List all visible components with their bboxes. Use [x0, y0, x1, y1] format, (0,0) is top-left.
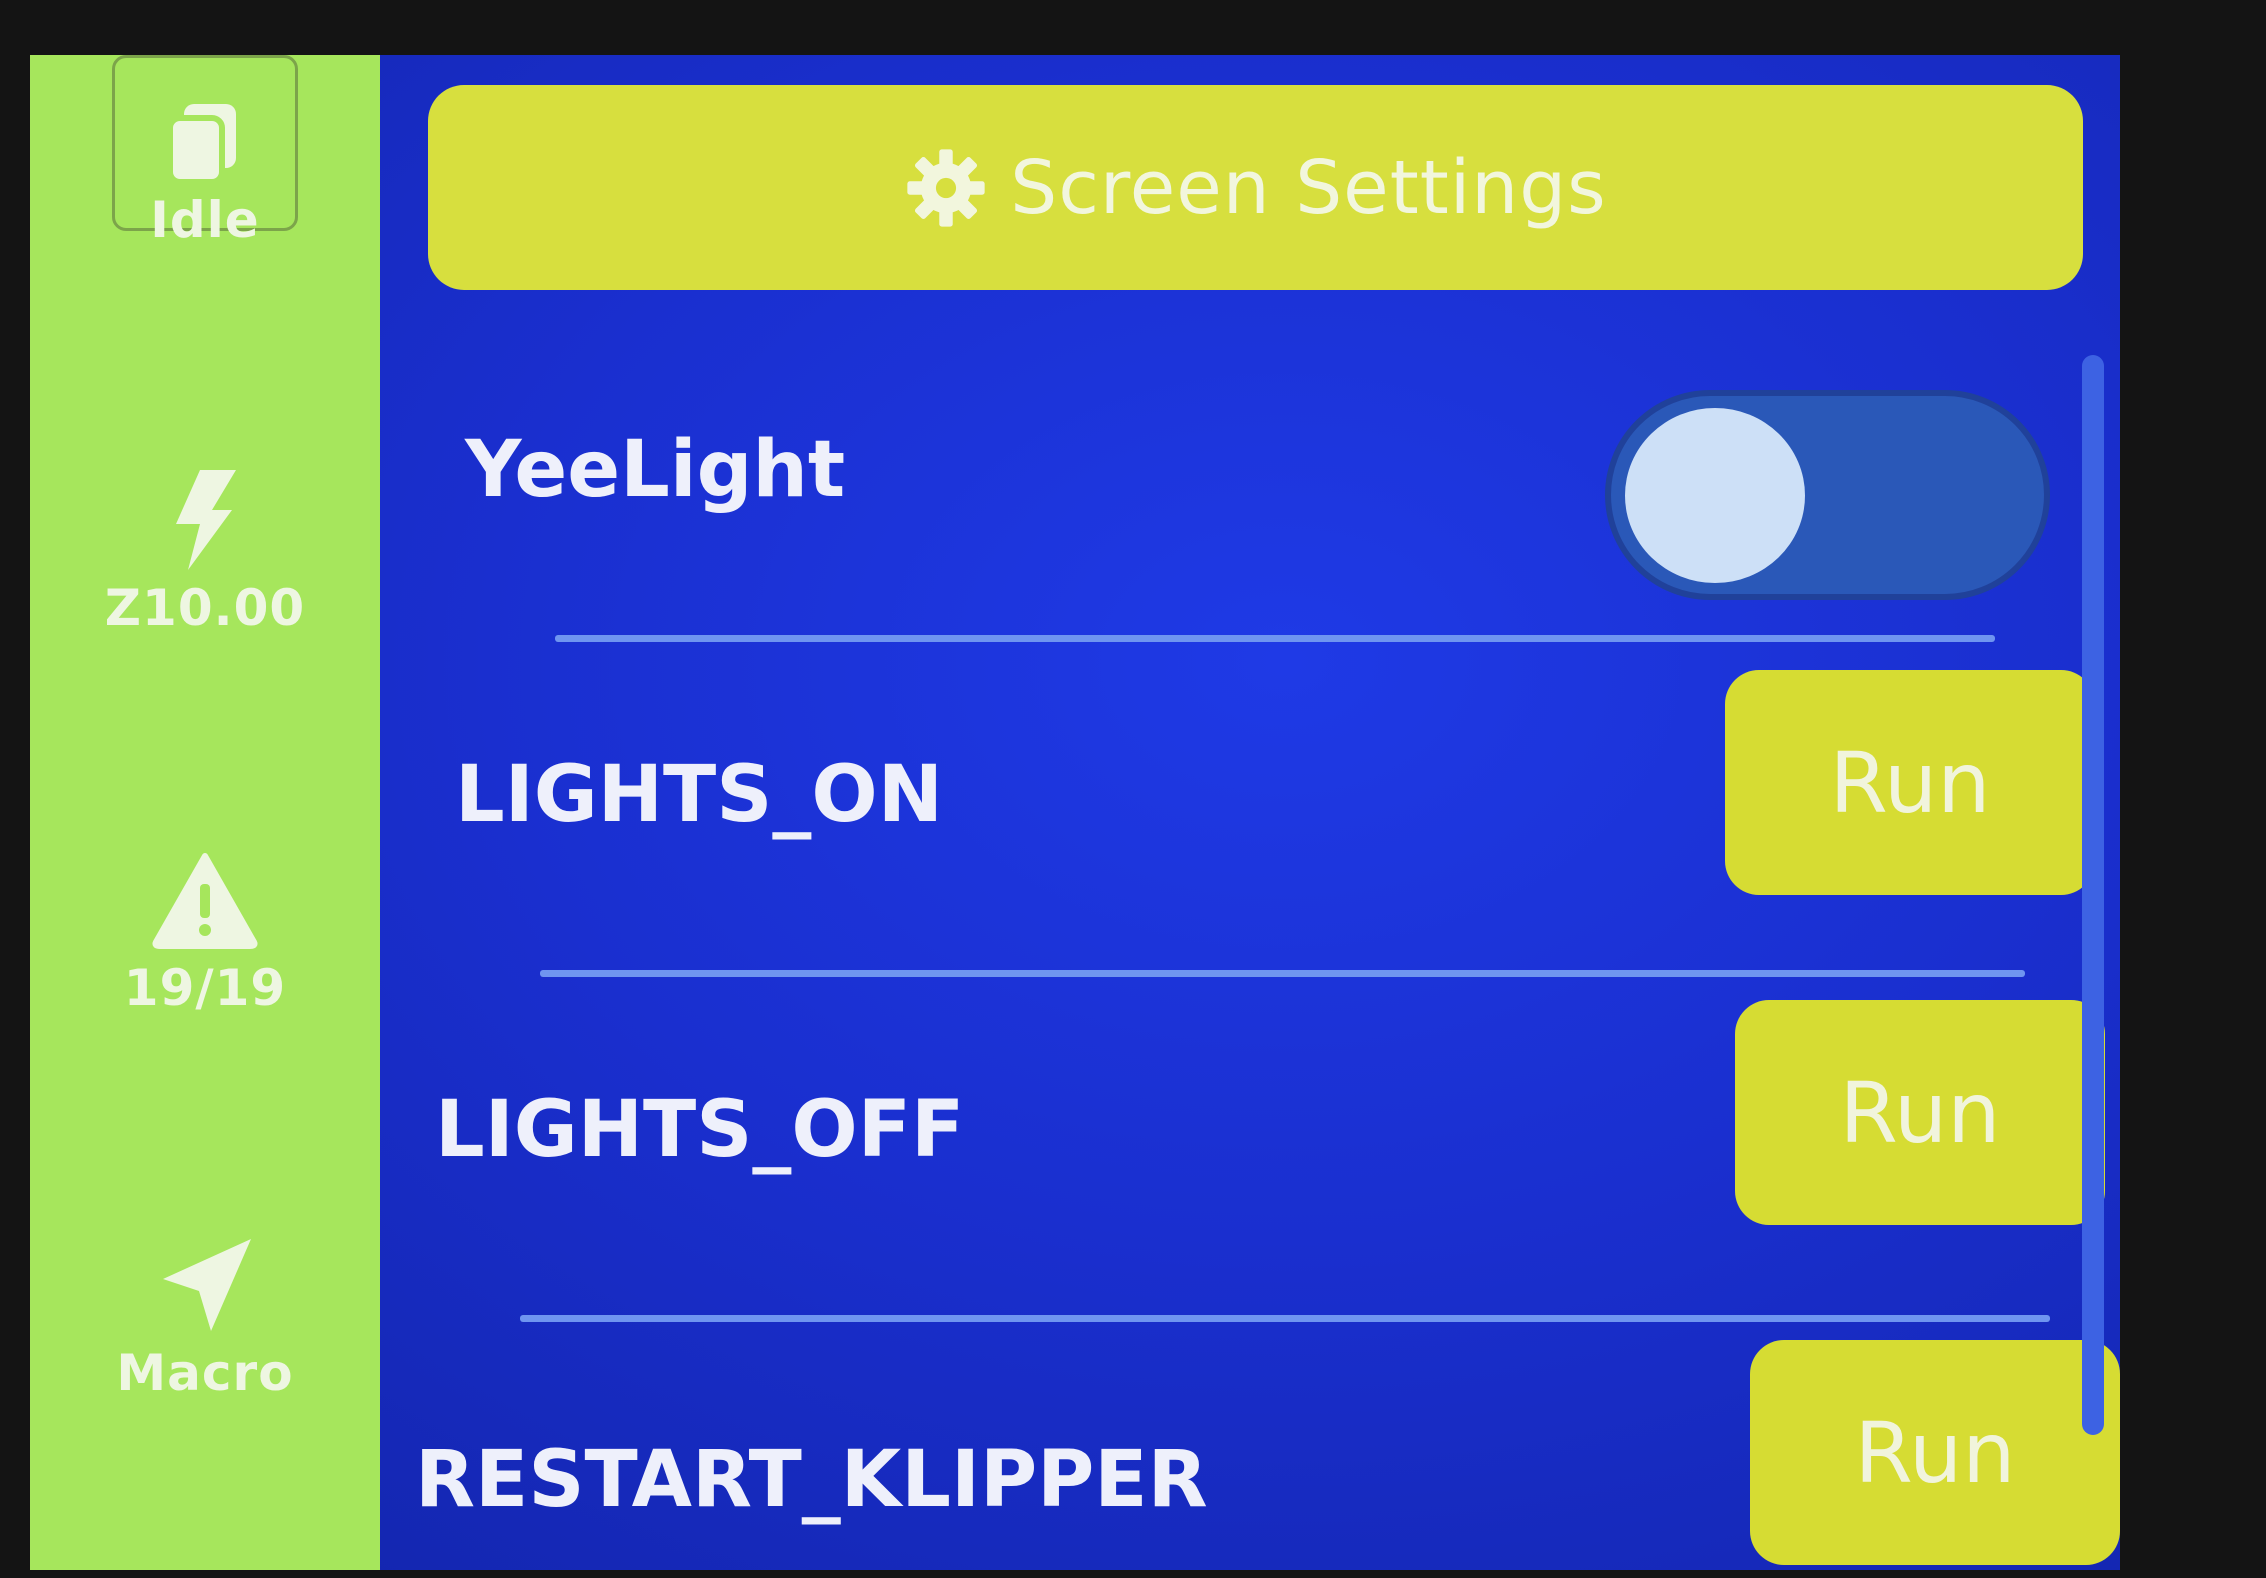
sidebar-item-files[interactable]: Idle — [30, 55, 380, 249]
run-lights-off-button[interactable]: Run — [1735, 1000, 2105, 1225]
warning-icon — [150, 845, 260, 955]
macro-name: RESTART_KLIPPER — [415, 1435, 1208, 1525]
macro-name: LIGHTS_ON — [455, 750, 943, 840]
printer-status-label: Idle — [150, 191, 260, 249]
navigation-arrow-icon — [150, 1230, 260, 1340]
setting-label: YeeLight — [465, 425, 846, 515]
toggle-knob — [1625, 408, 1805, 583]
sidebar-item-macro[interactable]: Macro — [30, 1230, 380, 1402]
macro-row-restart-klipper: RESTART_KLIPPER Run — [415, 1320, 2120, 1570]
sidebar-item-move[interactable]: Z10.00 — [30, 465, 380, 637]
row-divider — [540, 970, 2025, 977]
sidebar-item-console[interactable]: 19/19 — [30, 845, 380, 1017]
run-lights-on-button[interactable]: Run — [1725, 670, 2095, 895]
yeelight-toggle[interactable] — [1605, 390, 2050, 600]
macro-label: Macro — [116, 1344, 294, 1402]
row-divider — [555, 635, 1995, 642]
macro-name: LIGHTS_OFF — [435, 1085, 965, 1175]
sidebar: Idle Z10.00 19/19 Macro — [30, 55, 380, 1570]
macro-row-lights-on: LIGHTS_ON Run — [425, 645, 2095, 977]
touchscreen: Idle Z10.00 19/19 Macro Screen Settings … — [30, 55, 2120, 1570]
setting-row-yeelight: YeeLight — [425, 335, 2090, 642]
z-position-label: Z10.00 — [104, 579, 306, 637]
lightning-icon — [150, 465, 260, 575]
macro-row-lights-off: LIGHTS_OFF Run — [425, 985, 2105, 1322]
page-title-bar: Screen Settings — [428, 85, 2083, 290]
page-title: Screen Settings — [1010, 144, 1607, 231]
console-count-label: 19/19 — [123, 959, 287, 1017]
gear-icon — [907, 148, 985, 227]
scrollbar[interactable] — [2082, 355, 2104, 1435]
run-restart-klipper-button[interactable]: Run — [1750, 1340, 2120, 1565]
